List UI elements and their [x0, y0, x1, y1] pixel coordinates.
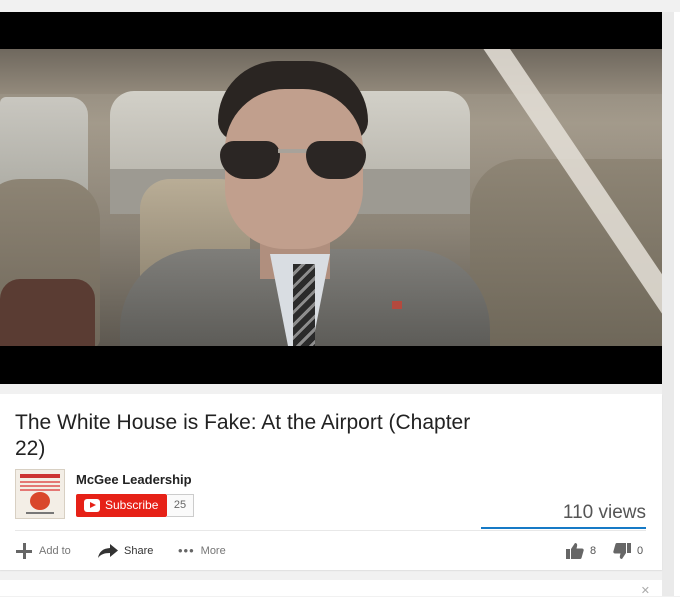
video-frame	[0, 49, 662, 346]
sunglasses-lens-left	[220, 141, 280, 179]
video-player[interactable]	[0, 12, 662, 384]
avatar-book-text	[20, 481, 60, 491]
frame-seat-cushion	[0, 279, 95, 346]
channel-avatar[interactable]	[15, 469, 65, 519]
sentiment-bar	[481, 527, 646, 529]
right-edge	[662, 12, 680, 596]
dislike-count: 0	[637, 545, 644, 557]
like-button[interactable]: 8	[566, 541, 596, 561]
share-arrow-icon	[98, 544, 118, 559]
add-to-button[interactable]: Add to	[15, 541, 71, 561]
more-label: More	[200, 545, 226, 557]
adjacent-card-edge	[674, 12, 680, 596]
sunglasses-bridge	[278, 149, 308, 153]
frame-window-left	[0, 97, 88, 192]
subscriber-count: 25	[167, 494, 194, 517]
like-count: 8	[590, 545, 597, 557]
person-sunglasses	[220, 141, 368, 179]
divider	[15, 530, 646, 531]
more-dots-icon: •••	[178, 543, 195, 559]
more-button[interactable]: ••• More	[178, 541, 226, 561]
dislike-button[interactable]: 0	[613, 541, 643, 561]
channel-name[interactable]: McGee Leadership	[76, 472, 192, 487]
frame-person	[110, 49, 490, 346]
avatar-apple	[30, 492, 50, 510]
view-count: 110 views	[562, 502, 646, 523]
share-button[interactable]: Share	[98, 541, 153, 561]
sunglasses-lens-right	[306, 141, 366, 179]
plus-icon	[15, 542, 33, 560]
share-label: Share	[124, 545, 154, 557]
subscribe-label: Subscribe	[105, 498, 159, 512]
person-tie	[293, 264, 315, 346]
next-card: ✕	[0, 580, 662, 597]
avatar-book-footer	[26, 512, 54, 514]
person-flag-pin	[392, 301, 402, 309]
avatar-book-banner	[20, 474, 60, 478]
youtube-play-icon	[84, 499, 100, 512]
close-icon[interactable]: ✕	[641, 584, 650, 597]
video-title: The White House is Fake: At the Airport …	[15, 411, 471, 460]
top-gap	[0, 0, 680, 12]
thumbs-up-icon	[566, 543, 584, 560]
add-to-label: Add to	[39, 545, 71, 557]
subscribe-button[interactable]: Subscribe	[76, 494, 167, 517]
video-info-card: The White House is Fake: At the Airport …	[0, 394, 662, 570]
thumbs-down-icon	[613, 543, 631, 560]
